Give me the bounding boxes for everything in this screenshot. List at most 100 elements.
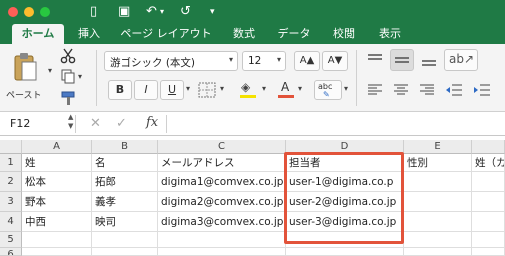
copy-dropdown-icon[interactable]: ▾ bbox=[78, 72, 82, 81]
title-bar: ▯ ▣ ↶ ▾ ↺ ▾ bbox=[0, 0, 505, 24]
tab-review[interactable]: 校閲 bbox=[326, 24, 362, 44]
row-header[interactable]: 5 bbox=[0, 232, 22, 248]
font-color-button[interactable]: A bbox=[276, 80, 296, 100]
select-all-corner[interactable] bbox=[0, 140, 22, 154]
cell-c2[interactable]: digima1@comvex.co.jp bbox=[158, 172, 286, 192]
undo-icon[interactable]: ↶ bbox=[146, 3, 157, 21]
fill-dropdown-icon[interactable]: ▾ bbox=[262, 84, 266, 93]
row-header[interactable]: 3 bbox=[0, 192, 22, 212]
phonetic-dropdown-icon[interactable]: ▾ bbox=[344, 84, 348, 93]
cell-f1[interactable]: 姓（カ bbox=[472, 154, 505, 172]
name-box-value: F12 bbox=[10, 117, 31, 130]
borders-dropdown-icon[interactable]: ▾ bbox=[220, 84, 224, 93]
underline-button[interactable]: U bbox=[160, 80, 184, 100]
font-size-select[interactable]: 12 ▾ bbox=[242, 51, 286, 71]
row-header[interactable]: 2 bbox=[0, 172, 22, 192]
orientation-button[interactable]: ab↗ bbox=[444, 49, 478, 71]
format-painter-icon[interactable] bbox=[60, 90, 76, 106]
align-top-icon[interactable] bbox=[366, 52, 384, 68]
cell-b3[interactable]: 義孝 bbox=[92, 192, 158, 212]
bold-button[interactable]: B bbox=[108, 80, 132, 100]
zoom-window-button[interactable] bbox=[40, 7, 50, 17]
increase-indent-icon[interactable] bbox=[472, 82, 492, 98]
paste-button[interactable]: ▾ bbox=[8, 50, 52, 90]
cell-e6[interactable] bbox=[404, 248, 472, 256]
column-header-f[interactable] bbox=[472, 140, 505, 154]
cell-c5[interactable] bbox=[158, 232, 286, 248]
cell-a4[interactable]: 中西 bbox=[22, 212, 92, 232]
grow-font-button[interactable]: A▲ bbox=[294, 51, 320, 71]
column-header-e[interactable]: E bbox=[404, 140, 472, 154]
copy-icon[interactable] bbox=[60, 68, 76, 84]
tab-insert[interactable]: 挿入 bbox=[72, 24, 106, 44]
cell-f5[interactable] bbox=[472, 232, 505, 248]
align-bottom-icon[interactable] bbox=[420, 52, 438, 68]
name-box[interactable]: F12 ▲ ▼ bbox=[4, 113, 76, 133]
cell-b1[interactable]: 名 bbox=[92, 154, 158, 172]
cell-f3[interactable] bbox=[472, 192, 505, 212]
enter-icon[interactable]: ✓ bbox=[116, 116, 127, 131]
save-icon[interactable]: ▣ bbox=[118, 3, 130, 21]
shrink-font-button[interactable]: A▼ bbox=[322, 51, 348, 71]
column-header-a[interactable]: A bbox=[22, 140, 92, 154]
formula-input[interactable] bbox=[166, 115, 501, 133]
align-right-icon[interactable] bbox=[418, 82, 436, 98]
row-header[interactable]: 6 bbox=[0, 248, 22, 256]
font-color-dropdown-icon[interactable]: ▾ bbox=[298, 84, 302, 93]
cell-e5[interactable] bbox=[404, 232, 472, 248]
row-header[interactable]: 1 bbox=[0, 154, 22, 172]
cell-e3[interactable] bbox=[404, 192, 472, 212]
undo-dropdown-icon[interactable]: ▾ bbox=[160, 3, 164, 21]
cell-d6[interactable] bbox=[286, 248, 404, 256]
cell-f6[interactable] bbox=[472, 248, 505, 256]
cell-c6[interactable] bbox=[158, 248, 286, 256]
cell-b4[interactable]: 映司 bbox=[92, 212, 158, 232]
italic-button[interactable]: I bbox=[134, 80, 158, 100]
cell-e1[interactable]: 性別 bbox=[404, 154, 472, 172]
sidebar-icon[interactable]: ▯ bbox=[90, 3, 97, 21]
cell-c4[interactable]: digima3@comvex.co.jp bbox=[158, 212, 286, 232]
paste-dropdown-icon[interactable]: ▾ bbox=[48, 66, 52, 75]
name-box-stepper-icon[interactable]: ▲ ▼ bbox=[68, 113, 73, 131]
cell-a6[interactable] bbox=[22, 248, 92, 256]
cell-c1[interactable]: メールアドレス bbox=[158, 154, 286, 172]
phonetic-button[interactable]: abc ✎ bbox=[314, 80, 342, 100]
underline-dropdown-icon[interactable]: ▾ bbox=[186, 84, 190, 93]
borders-icon[interactable] bbox=[198, 82, 216, 98]
align-middle-button[interactable] bbox=[390, 49, 414, 71]
cell-f2[interactable] bbox=[472, 172, 505, 192]
align-left-icon[interactable] bbox=[366, 82, 384, 98]
cell-c3[interactable]: digima2@comvex.co.jp bbox=[158, 192, 286, 212]
cancel-icon[interactable]: ✕ bbox=[90, 116, 101, 131]
close-window-button[interactable] bbox=[8, 7, 18, 17]
font-size-value: 12 bbox=[248, 55, 262, 67]
cell-b5[interactable] bbox=[92, 232, 158, 248]
tab-data[interactable]: データ bbox=[272, 24, 316, 44]
minimize-window-button[interactable] bbox=[24, 7, 34, 17]
chevron-down-icon: ▾ bbox=[276, 55, 281, 64]
customize-icon[interactable]: ▾ bbox=[210, 3, 215, 21]
redo-icon[interactable]: ↺ bbox=[180, 3, 191, 21]
font-name-select[interactable]: 游ゴシック (本文) ▾ bbox=[104, 51, 238, 71]
cut-icon[interactable] bbox=[60, 48, 76, 64]
cell-e4[interactable] bbox=[404, 212, 472, 232]
align-center-icon[interactable] bbox=[392, 82, 410, 98]
column-header-b[interactable]: B bbox=[92, 140, 158, 154]
tab-home[interactable]: ホーム bbox=[12, 24, 64, 44]
tab-formulas[interactable]: 数式 bbox=[226, 24, 262, 44]
cell-f4[interactable] bbox=[472, 212, 505, 232]
decrease-indent-icon[interactable] bbox=[444, 82, 464, 98]
cell-b6[interactable] bbox=[92, 248, 158, 256]
column-header-c[interactable]: C bbox=[158, 140, 286, 154]
cell-a3[interactable]: 野本 bbox=[22, 192, 92, 212]
cell-a1[interactable]: 姓 bbox=[22, 154, 92, 172]
row-header[interactable]: 4 bbox=[0, 212, 22, 232]
tab-view[interactable]: 表示 bbox=[372, 24, 408, 44]
cell-a2[interactable]: 松本 bbox=[22, 172, 92, 192]
cell-a5[interactable] bbox=[22, 232, 92, 248]
cell-b2[interactable]: 拓郎 bbox=[92, 172, 158, 192]
tab-page-layout[interactable]: ページ レイアウト bbox=[114, 24, 218, 44]
cell-e2[interactable] bbox=[404, 172, 472, 192]
insert-function-icon[interactable]: fx bbox=[146, 115, 158, 130]
fill-color-button[interactable]: ◈ bbox=[238, 80, 258, 100]
